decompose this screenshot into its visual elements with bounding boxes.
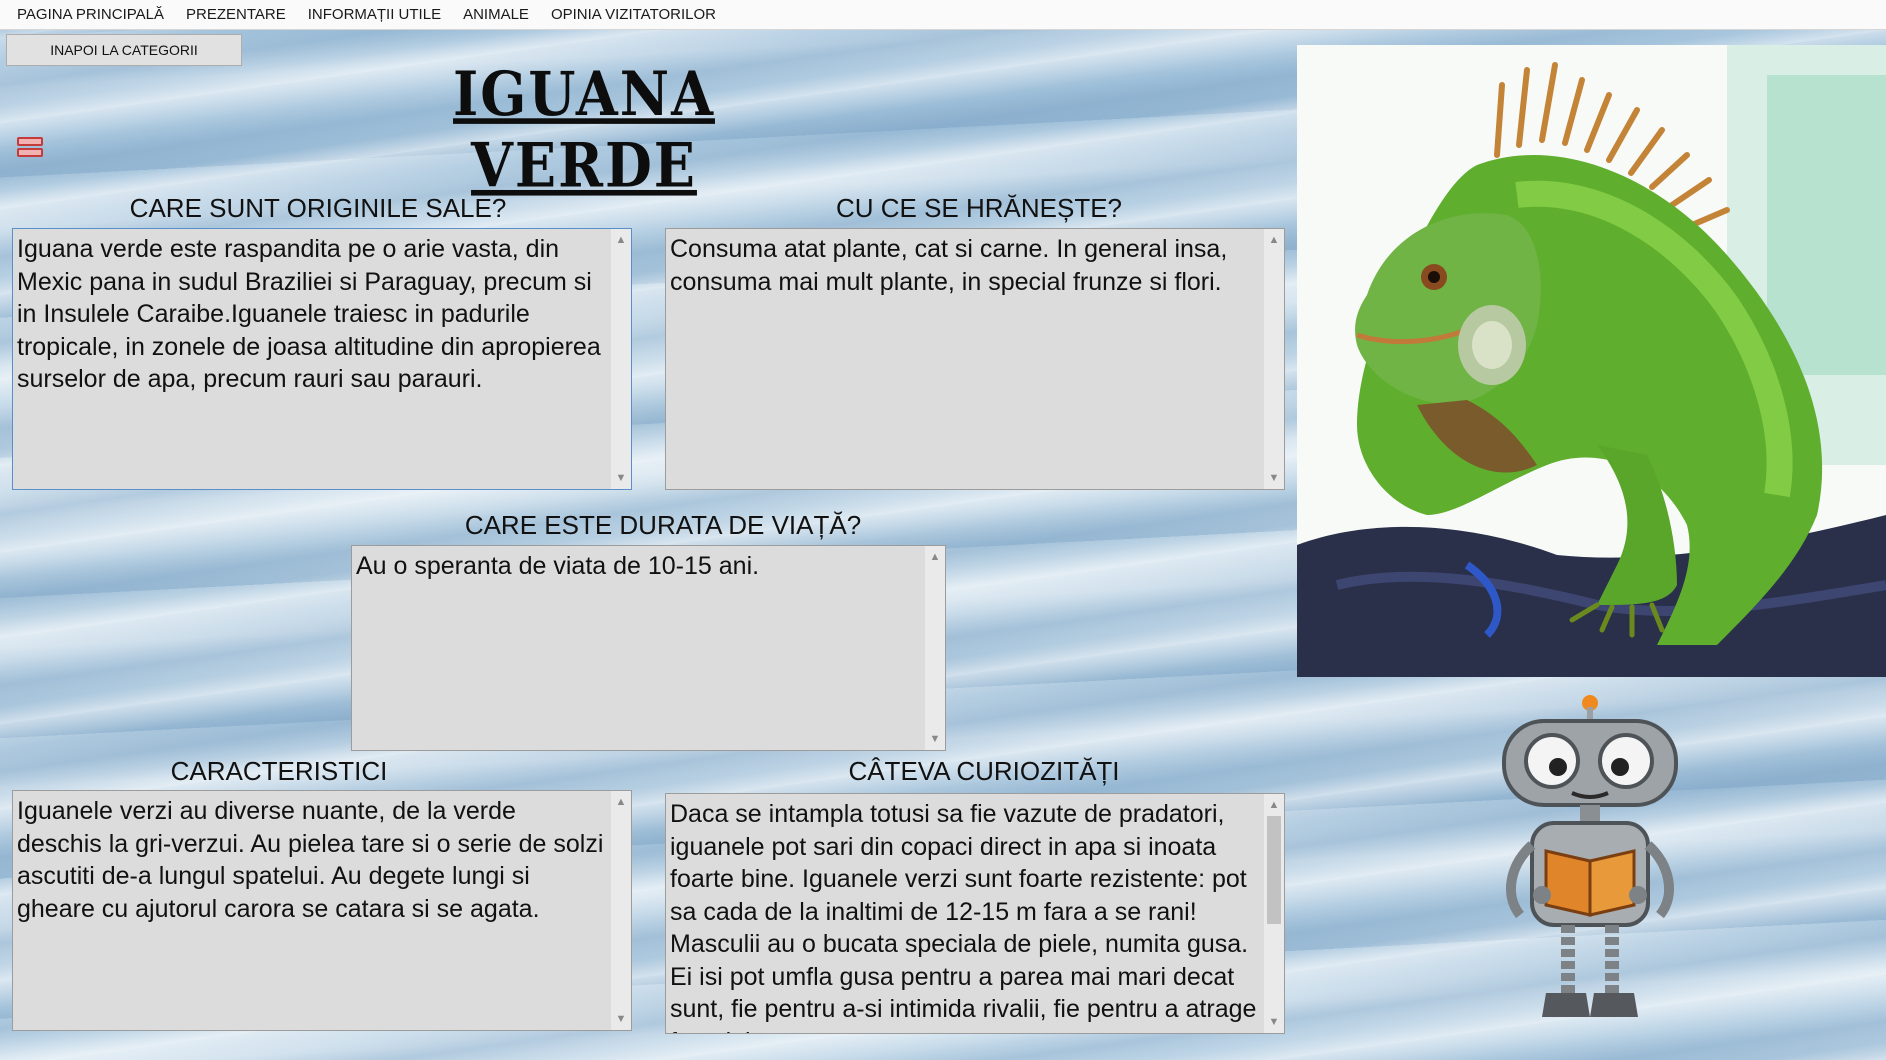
diet-text: Consuma atat plante, cat si carne. In ge… bbox=[670, 235, 1228, 296]
scroll-down-icon[interactable]: ▼ bbox=[1264, 1013, 1284, 1031]
diet-textbox[interactable]: Consuma atat plante, cat si carne. In ge… bbox=[665, 228, 1285, 490]
origins-scrollbar[interactable]: ▲ ▼ bbox=[611, 229, 631, 489]
menu-item-presentation[interactable]: PREZENTARE bbox=[175, 0, 297, 30]
traits-text: Iguanele verzi au diverse nuante, de la … bbox=[17, 797, 604, 923]
menu-item-visitor-opinion[interactable]: OPINIA VIZITATORILOR bbox=[540, 0, 727, 30]
scroll-down-icon[interactable]: ▼ bbox=[611, 1010, 631, 1028]
scroll-down-icon[interactable]: ▼ bbox=[925, 730, 945, 748]
scroll-down-icon[interactable]: ▼ bbox=[611, 469, 631, 487]
origins-text: Iguana verde este raspandita pe o arie v… bbox=[17, 235, 601, 393]
top-menu-bar: PAGINA PRINCIPALĂ PREZENTARE INFORMAȚII … bbox=[0, 0, 1886, 30]
origins-textbox[interactable]: Iguana verde este raspandita pe o arie v… bbox=[12, 228, 632, 490]
curiosities-heading: CÂTEVA CURIOZITĂȚI bbox=[848, 756, 1120, 786]
back-to-categories-button[interactable]: INAPOI LA CATEGORII bbox=[6, 34, 242, 66]
scroll-up-icon[interactable]: ▲ bbox=[1264, 796, 1284, 814]
traits-textbox[interactable]: Iguanele verzi au diverse nuante, de la … bbox=[12, 790, 632, 1031]
lifespan-text: Au o speranta de viata de 10-15 ani. bbox=[356, 552, 760, 580]
curiosities-scroll-thumb[interactable] bbox=[1267, 816, 1281, 924]
robot-reading-book-mascot bbox=[1490, 695, 1690, 1035]
curiosities-scrollbar[interactable]: ▲ ▼ bbox=[1264, 794, 1284, 1033]
lifespan-heading: CARE ESTE DURATA DE VIAȚĂ? bbox=[464, 510, 862, 540]
lifespan-textbox[interactable]: Au o speranta de viata de 10-15 ani. ▲ ▼ bbox=[351, 545, 946, 751]
diet-scrollbar[interactable]: ▲ ▼ bbox=[1264, 229, 1284, 489]
diet-heading: CU CE SE HRĂNEȘTE? bbox=[835, 193, 1123, 223]
menu-item-animals[interactable]: ANIMALE bbox=[452, 0, 540, 30]
scroll-up-icon[interactable]: ▲ bbox=[1264, 231, 1284, 249]
page-title: IGUANA VERDE bbox=[453, 57, 715, 202]
scroll-up-icon[interactable]: ▲ bbox=[611, 793, 631, 811]
traits-heading: CARACTERISTICI bbox=[170, 756, 388, 786]
green-iguana-photo bbox=[1297, 45, 1886, 677]
curiosities-text: Daca se intampla totusi sa fie vazute de… bbox=[670, 800, 1257, 1033]
scroll-down-icon[interactable]: ▼ bbox=[1264, 469, 1284, 487]
menu-stack-icon[interactable] bbox=[17, 137, 43, 169]
menu-item-useful-info[interactable]: INFORMAȚII UTILE bbox=[297, 0, 452, 30]
lifespan-scrollbar[interactable]: ▲ ▼ bbox=[925, 546, 945, 750]
curiosities-textbox[interactable]: Daca se intampla totusi sa fie vazute de… bbox=[665, 793, 1285, 1034]
scroll-up-icon[interactable]: ▲ bbox=[925, 548, 945, 566]
menu-item-home[interactable]: PAGINA PRINCIPALĂ bbox=[6, 0, 175, 30]
traits-scrollbar[interactable]: ▲ ▼ bbox=[611, 791, 631, 1030]
scroll-up-icon[interactable]: ▲ bbox=[611, 231, 631, 249]
origins-heading: CARE SUNT ORIGINILE SALE? bbox=[129, 193, 507, 223]
